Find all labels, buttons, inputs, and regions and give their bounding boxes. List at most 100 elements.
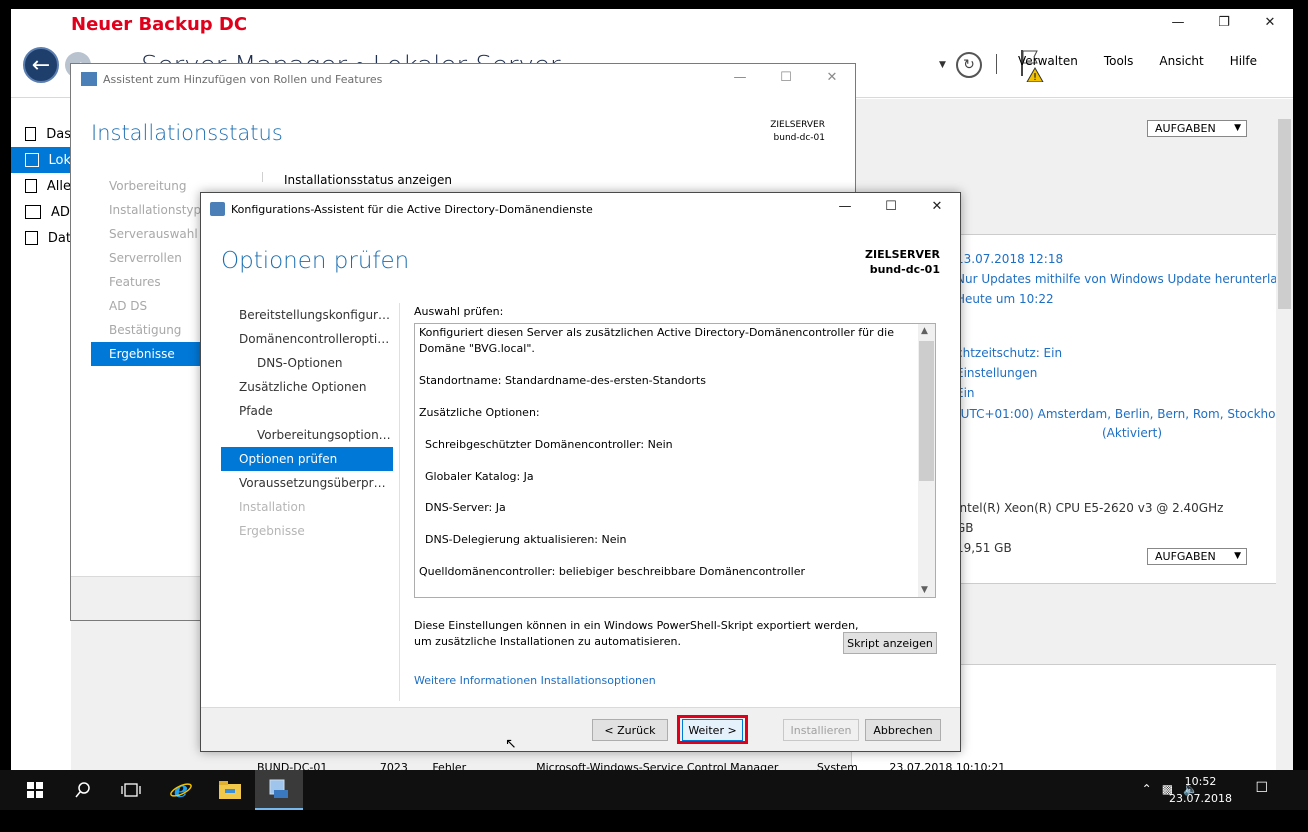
history-dropdown-icon[interactable]: ▼ [939, 60, 946, 70]
close-icon[interactable]: ✕ [1247, 9, 1293, 35]
wizard-step-prereq-check[interactable]: Voraussetzungsüberprüfu... [221, 471, 393, 495]
tasks-dropdown[interactable]: AUFGABEN ▼ [1147, 548, 1247, 565]
target-server: ZIELSERVER bund-dc-01 [770, 120, 825, 143]
sidebar-item-dashboard[interactable]: Das [11, 121, 71, 147]
target-server: ZIELSERVER bund-dc-01 [865, 248, 940, 276]
dashboard-icon [25, 127, 37, 141]
cancel-button[interactable]: Abbrechen [865, 719, 941, 741]
window-title: Konfigurations-Assistent für die Active … [231, 202, 593, 216]
minimize-icon[interactable]: — [717, 64, 763, 90]
minimize-icon[interactable]: — [1155, 9, 1201, 35]
sidebar-item-local-server[interactable]: Lok [11, 147, 71, 173]
file-explorer-icon[interactable] [206, 770, 254, 810]
menu-view[interactable]: Ansicht [1159, 54, 1203, 68]
wizard-step: Vorbereitung [109, 179, 187, 193]
wizard-step-deployment[interactable]: Bereitstellungskonfigurati... [221, 303, 393, 327]
review-label: Auswahl prüfen: [414, 305, 504, 318]
view-script-button[interactable]: Skript anzeigen [843, 632, 937, 654]
review-line: Domäne "BVG.local". [419, 342, 535, 355]
restore-icon[interactable]: ❐ [1201, 9, 1247, 35]
property-value[interactable]: chtzeitschutz: Ein [956, 346, 1062, 360]
menu-tools[interactable]: Tools [1104, 54, 1134, 68]
wizard-step-results: Ergebnisse [239, 524, 305, 538]
menu-manage[interactable]: Verwalten [1018, 54, 1078, 68]
files-icon [25, 231, 38, 245]
menu-help[interactable]: Hilfe [1230, 54, 1257, 68]
property-value[interactable]: (UTC+01:00) Amsterdam, Berlin, Bern, Rom… [956, 407, 1293, 421]
wizard-icon [210, 202, 225, 216]
divider [262, 172, 263, 182]
wizard-step: Features [109, 275, 161, 289]
adds-icon [25, 205, 41, 219]
review-textbox[interactable]: Konfiguriert diesen Server als zusätzlic… [414, 323, 936, 598]
chevron-down-icon[interactable]: ▼ [921, 585, 928, 595]
property-value[interactable]: Nur Updates mithilfe von Windows Update … [956, 272, 1285, 286]
wizard-heading: Installationsstatus [91, 121, 283, 145]
tasks-dropdown[interactable]: AUFGABEN ▼ [1147, 120, 1247, 137]
windows-start-icon[interactable] [11, 770, 59, 810]
sidebar-item-all-servers[interactable]: Alle [11, 173, 71, 199]
server-icon [25, 153, 39, 167]
export-info: Diese Einstellungen können in ein Window… [414, 619, 859, 648]
chevron-up-icon[interactable]: ⌃ [1142, 782, 1152, 796]
server-manager-taskbar-icon[interactable] [255, 770, 303, 810]
close-icon[interactable]: ✕ [809, 64, 855, 90]
back-arrow-icon[interactable]: ← [23, 47, 59, 83]
install-button: Installieren [783, 719, 859, 741]
chevron-down-icon: ▼ [1234, 551, 1241, 561]
status-label: Installationsstatus anzeigen [284, 173, 452, 187]
next-button[interactable]: Weiter > [682, 719, 743, 741]
wizard-steps: Bereitstellungskonfigurati... Domänencon… [221, 303, 393, 543]
back-button[interactable]: < Zurück [592, 719, 668, 741]
minimize-icon[interactable]: — [822, 193, 868, 219]
vertical-scrollbar[interactable]: ▲ ▼ [918, 324, 935, 597]
property-value[interactable]: 13.07.2018 12:18 [956, 252, 1063, 266]
wizard-step: Serverrollen [109, 251, 182, 265]
close-icon[interactable]: ✕ [914, 193, 960, 219]
scrollbar-thumb[interactable] [919, 341, 934, 481]
top-menu: Verwalten Tools Ansicht Hilfe [992, 54, 1257, 68]
svg-text:e: e [174, 778, 188, 802]
wizard-heading: Optionen prüfen [221, 248, 410, 274]
wizard-step: Bestätigung [109, 323, 182, 337]
internet-explorer-icon[interactable]: e [157, 770, 205, 810]
scrollbar-thumb[interactable] [1278, 119, 1291, 309]
wizard-step-paths[interactable]: Pfade [221, 399, 393, 423]
review-line: Zusätzliche Optionen: [419, 406, 540, 419]
notification-icon[interactable]: ☐ [1255, 780, 1268, 796]
sidebar: Das Lok Alle AD Dat [11, 121, 71, 251]
taskbar: e ⌃ ▩ 🔈 10:52 23.07.2018 ☐ [0, 770, 1308, 810]
maximize-icon[interactable]: ☐ [763, 64, 809, 90]
property-value[interactable]: Heute um 10:22 [956, 292, 1054, 306]
servers-icon [25, 179, 37, 193]
property-value[interactable]: (Aktiviert) [1102, 426, 1162, 440]
wizard-step-dns-options[interactable]: DNS-Optionen [221, 351, 393, 375]
review-line: Quelldomänencontroller: beliebiger besch… [419, 565, 806, 578]
more-info-link[interactable]: Weitere Informationen Installationsoptio… [414, 674, 656, 687]
review-line: DNS-Delegierung aktualisieren: Nein [425, 533, 627, 546]
sidebar-item-ad-ds[interactable]: AD [11, 199, 71, 225]
wizard-step-dc-options[interactable]: Domänencontrolleroption... [221, 327, 393, 351]
review-line: Standortname: Standardname-des-ersten-St… [419, 374, 706, 387]
wizard-step-installation: Installation [239, 500, 306, 514]
wizard-step-active[interactable]: Ergebnisse [91, 342, 203, 366]
wizard-step-additional-options[interactable]: Zusätzliche Optionen [221, 375, 393, 399]
refresh-icon[interactable]: ↻ [956, 52, 982, 78]
sidebar-item-file-services[interactable]: Dat [11, 225, 71, 251]
window-title: Assistent zum Hinzufügen von Rollen und … [103, 72, 383, 86]
table-row[interactable]: BUND-DC-01 7023 Fehler Microsoft-Windows… [257, 761, 1005, 770]
maximize-icon[interactable]: ☐ [868, 193, 914, 219]
property-value: 19,51 GB [956, 541, 1012, 555]
wizard-step: Installationstyp [109, 203, 202, 217]
wizard-step-review[interactable]: Optionen prüfen [221, 447, 393, 471]
clock[interactable]: 10:52 23.07.2018 [1169, 773, 1232, 807]
chevron-up-icon[interactable]: ▲ [921, 326, 928, 336]
task-view-icon[interactable] [107, 770, 155, 810]
chevron-down-icon: ▼ [1234, 123, 1241, 133]
property-value[interactable]: Einstellungen [956, 366, 1037, 380]
vertical-scrollbar[interactable] [1276, 99, 1293, 770]
review-line: Konfiguriert diesen Server als zusätzlic… [419, 326, 894, 339]
wizard-step: Serverauswahl [109, 227, 198, 241]
search-icon[interactable] [59, 770, 107, 810]
wizard-step-preparation[interactable]: Vorbereitungsoptionen [221, 423, 393, 447]
